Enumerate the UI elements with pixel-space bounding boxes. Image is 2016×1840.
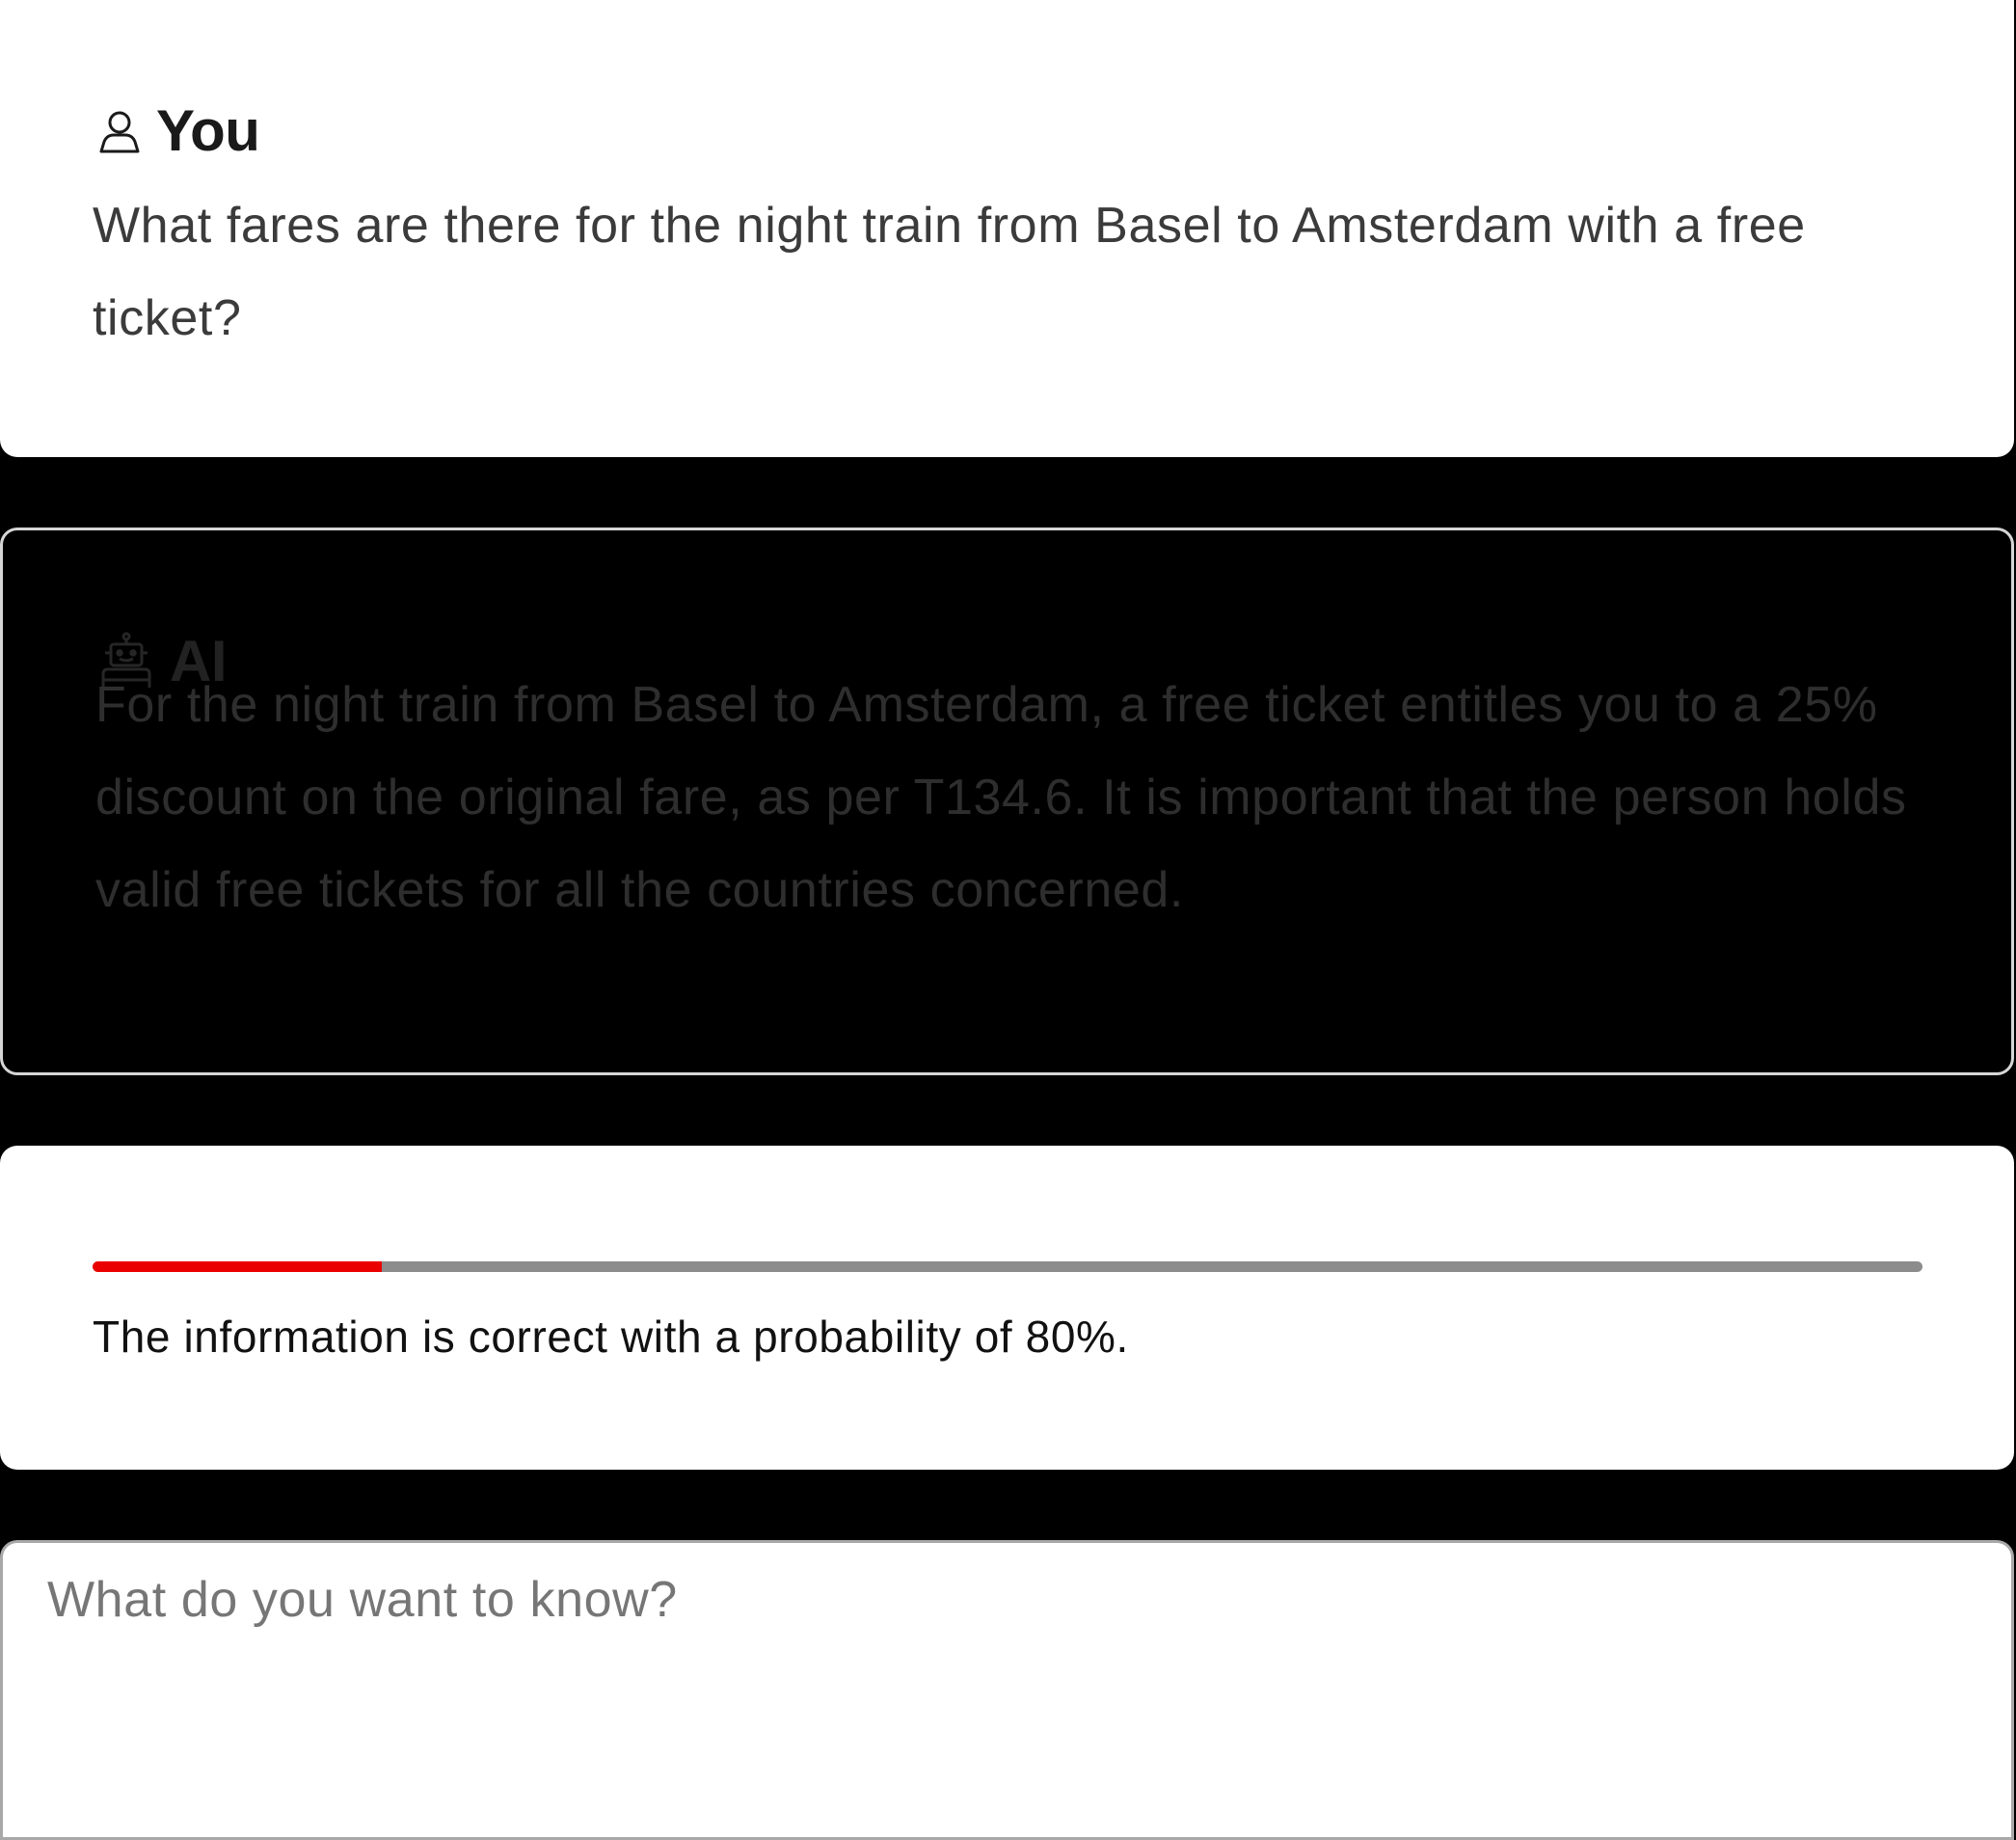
user-message-card: You What fares are there for the night t… <box>0 0 2014 457</box>
ai-message-card: AI For the night train from Basel to Ams… <box>0 528 2014 1075</box>
confidence-text: The information is correct with a probab… <box>93 1312 1129 1362</box>
confidence-progress-bar <box>93 1261 1922 1272</box>
question-input[interactable] <box>3 1543 2011 1837</box>
user-icon <box>96 108 143 154</box>
user-author-name: You <box>156 98 260 163</box>
ai-message-text: For the night train from Basel to Amster… <box>95 677 1907 918</box>
user-message-author: You <box>96 96 260 166</box>
confidence-card: The information is correct with a probab… <box>0 1146 2014 1470</box>
confidence-progress-fill <box>93 1261 382 1272</box>
user-message-text: What fares are there for the night train… <box>93 198 1806 346</box>
composer <box>0 1540 2014 1840</box>
